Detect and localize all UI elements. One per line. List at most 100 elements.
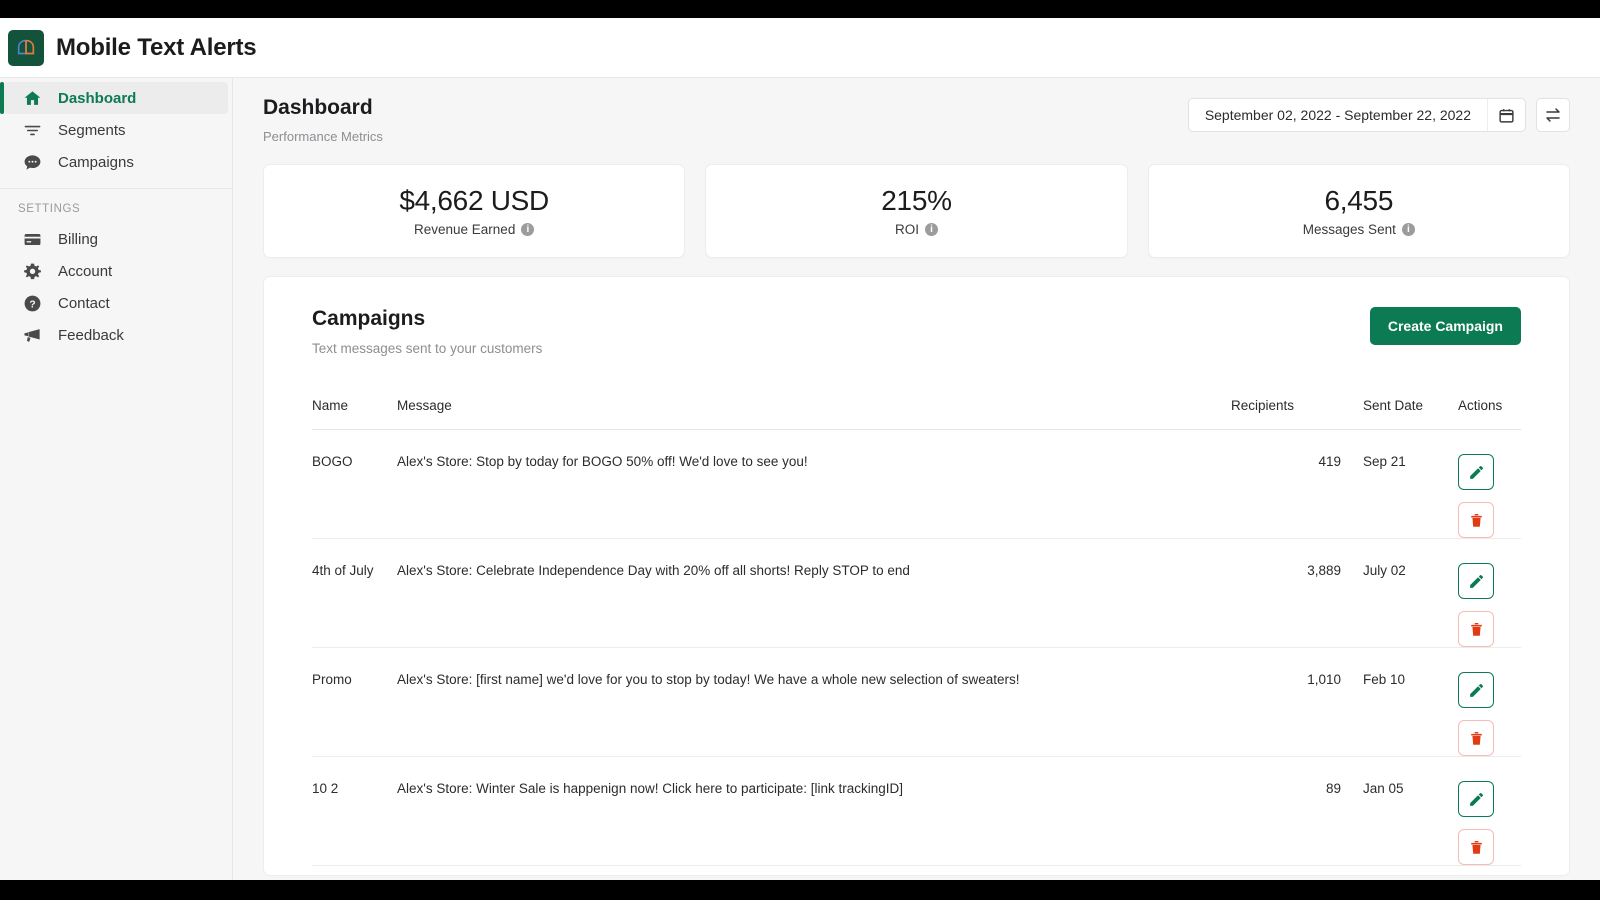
info-icon[interactable]: i <box>925 223 938 236</box>
cell-sent-date: Sep 21 <box>1341 429 1436 539</box>
cell-recipients: 1,010 <box>1231 647 1341 757</box>
campaigns-table: Name Message Recipients Sent Date Action… <box>312 398 1521 866</box>
sidebar-item-segments[interactable]: Segments <box>4 114 228 146</box>
sidebar-item-label: Contact <box>58 294 110 312</box>
edit-campaign-button[interactable] <box>1458 454 1494 490</box>
trash-icon <box>1470 622 1482 636</box>
campaigns-panel: Campaigns Text messages sent to your cus… <box>263 276 1570 876</box>
cell-message: Alex's Store: Winter Sale is happenign n… <box>397 756 1231 866</box>
metric-label: Revenue Earned <box>414 222 516 237</box>
cell-name: 4th of July <box>312 538 397 648</box>
row-actions <box>1458 781 1521 865</box>
edit-campaign-button[interactable] <box>1458 563 1494 599</box>
cell-recipients: 3,889 <box>1231 538 1341 648</box>
cell-actions <box>1436 647 1521 757</box>
column-header-message: Message <box>397 398 1231 430</box>
cell-sent-date: Feb 10 <box>1341 647 1436 757</box>
column-header-actions: Actions <box>1436 398 1521 430</box>
table-row[interactable]: BOGO Alex's Store: Stop by today for BOG… <box>312 429 1521 539</box>
column-header-recipients: Recipients <box>1231 398 1341 430</box>
edit-campaign-button[interactable] <box>1458 781 1494 817</box>
app-viewport: Mobile Text Alerts Dashboard Segments Ca… <box>0 18 1600 880</box>
page-subtitle: Performance Metrics <box>263 129 383 144</box>
cell-message: Alex's Store: [first name] we'd love for… <box>397 647 1231 757</box>
trash-icon <box>1470 513 1482 527</box>
metric-value: $4,662 USD <box>399 185 549 216</box>
trash-icon <box>1470 840 1482 854</box>
sidebar-item-label: Billing <box>58 230 99 248</box>
mta-logo-icon <box>8 29 44 66</box>
sidebar-item-account[interactable]: Account <box>4 255 228 287</box>
info-icon[interactable]: i <box>1401 223 1415 236</box>
delete-campaign-button[interactable] <box>1458 502 1494 538</box>
date-range-picker[interactable]: September 02, 2022 - September 22, 2022 <box>1187 98 1526 132</box>
metric-label-wrap: ROI i <box>895 222 938 237</box>
cell-recipients: 419 <box>1231 429 1341 539</box>
header-controls: September 02, 2022 - September 22, 2022 <box>1187 98 1570 132</box>
sidebar-item-feedback[interactable]: Feedback <box>4 319 228 351</box>
edit-campaign-button[interactable] <box>1458 672 1494 708</box>
campaigns-header: Campaigns Text messages sent to your cus… <box>312 307 1521 356</box>
credit-card-icon <box>22 230 42 249</box>
create-campaign-button[interactable]: Create Campaign <box>1369 307 1521 345</box>
table-row[interactable]: 4th of July Alex's Store: Celebrate Inde… <box>312 538 1521 648</box>
brand-bar: Mobile Text Alerts <box>0 18 1600 78</box>
column-header-sent-date: Sent Date <box>1341 398 1436 430</box>
metric-label: ROI <box>894 222 919 237</box>
cell-name: 10 2 <box>312 756 397 866</box>
question-circle-icon: ? <box>22 294 42 313</box>
cell-actions <box>1436 429 1521 539</box>
metric-cards: $4,662 USD Revenue Earned i 215% ROI i 6… <box>263 164 1570 258</box>
cell-recipients: 89 <box>1231 756 1341 866</box>
column-header-name: Name <box>312 398 397 430</box>
filter-icon <box>22 121 42 140</box>
sidebar-item-contact[interactable]: ? Contact <box>4 287 228 319</box>
campaigns-header-text: Campaigns Text messages sent to your cus… <box>312 307 542 356</box>
table-header-row: Name Message Recipients Sent Date Action… <box>312 398 1521 430</box>
campaigns-title: Campaigns <box>312 307 426 330</box>
compare-arrows-icon[interactable] <box>1536 98 1570 132</box>
campaigns-table-head: Name Message Recipients Sent Date Action… <box>312 398 1521 430</box>
cell-name: Promo <box>312 647 397 757</box>
cell-actions <box>1436 538 1521 648</box>
pencil-icon <box>1469 465 1483 479</box>
metric-label: Messages Sent <box>1302 222 1396 237</box>
sidebar-item-label: Feedback <box>58 326 124 344</box>
cell-actions <box>1436 756 1521 866</box>
info-icon[interactable]: i <box>521 223 535 236</box>
sidebar-item-label: Account <box>58 262 113 280</box>
date-range-value[interactable]: September 02, 2022 - September 22, 2022 <box>1189 99 1487 131</box>
page-header: Dashboard Performance Metrics September … <box>263 96 1570 144</box>
calendar-icon[interactable] <box>1487 99 1525 131</box>
metric-value: 6,455 <box>1324 185 1394 216</box>
metric-label-wrap: Revenue Earned i <box>414 222 535 237</box>
cell-sent-date: July 02 <box>1341 538 1436 648</box>
sidebar-item-label: Dashboard <box>58 89 137 107</box>
row-actions <box>1458 563 1521 647</box>
cell-message: Alex's Store: Celebrate Independence Day… <box>397 538 1231 648</box>
table-row[interactable]: 10 2 Alex's Store: Winter Sale is happen… <box>312 756 1521 866</box>
metric-label-wrap: Messages Sent i <box>1303 222 1415 237</box>
row-actions <box>1458 454 1521 538</box>
delete-campaign-button[interactable] <box>1458 829 1494 865</box>
page-title: Dashboard <box>263 96 373 119</box>
home-icon <box>22 89 42 108</box>
delete-campaign-button[interactable] <box>1458 720 1494 756</box>
sidebar-item-billing[interactable]: Billing <box>4 223 228 255</box>
pencil-icon <box>1469 792 1483 806</box>
pencil-icon <box>1469 574 1483 588</box>
pencil-icon <box>1469 683 1483 697</box>
page-header-text: Dashboard Performance Metrics <box>263 96 383 144</box>
table-row[interactable]: Promo Alex's Store: [first name] we'd lo… <box>312 647 1521 757</box>
svg-text:?: ? <box>29 299 35 310</box>
cell-sent-date: Jan 05 <box>1341 756 1436 866</box>
body-split: Dashboard Segments Campaigns SETTINGS Bi… <box>0 78 1600 880</box>
campaigns-subtitle: Text messages sent to your customers <box>312 341 543 356</box>
sidebar-item-campaigns[interactable]: Campaigns <box>4 146 228 178</box>
sidebar-item-label: Segments <box>58 121 126 139</box>
sidebar-item-dashboard[interactable]: Dashboard <box>0 82 228 114</box>
row-actions <box>1458 672 1521 756</box>
megaphone-icon <box>22 326 42 345</box>
metric-value: 215% <box>881 185 952 216</box>
delete-campaign-button[interactable] <box>1458 611 1494 647</box>
